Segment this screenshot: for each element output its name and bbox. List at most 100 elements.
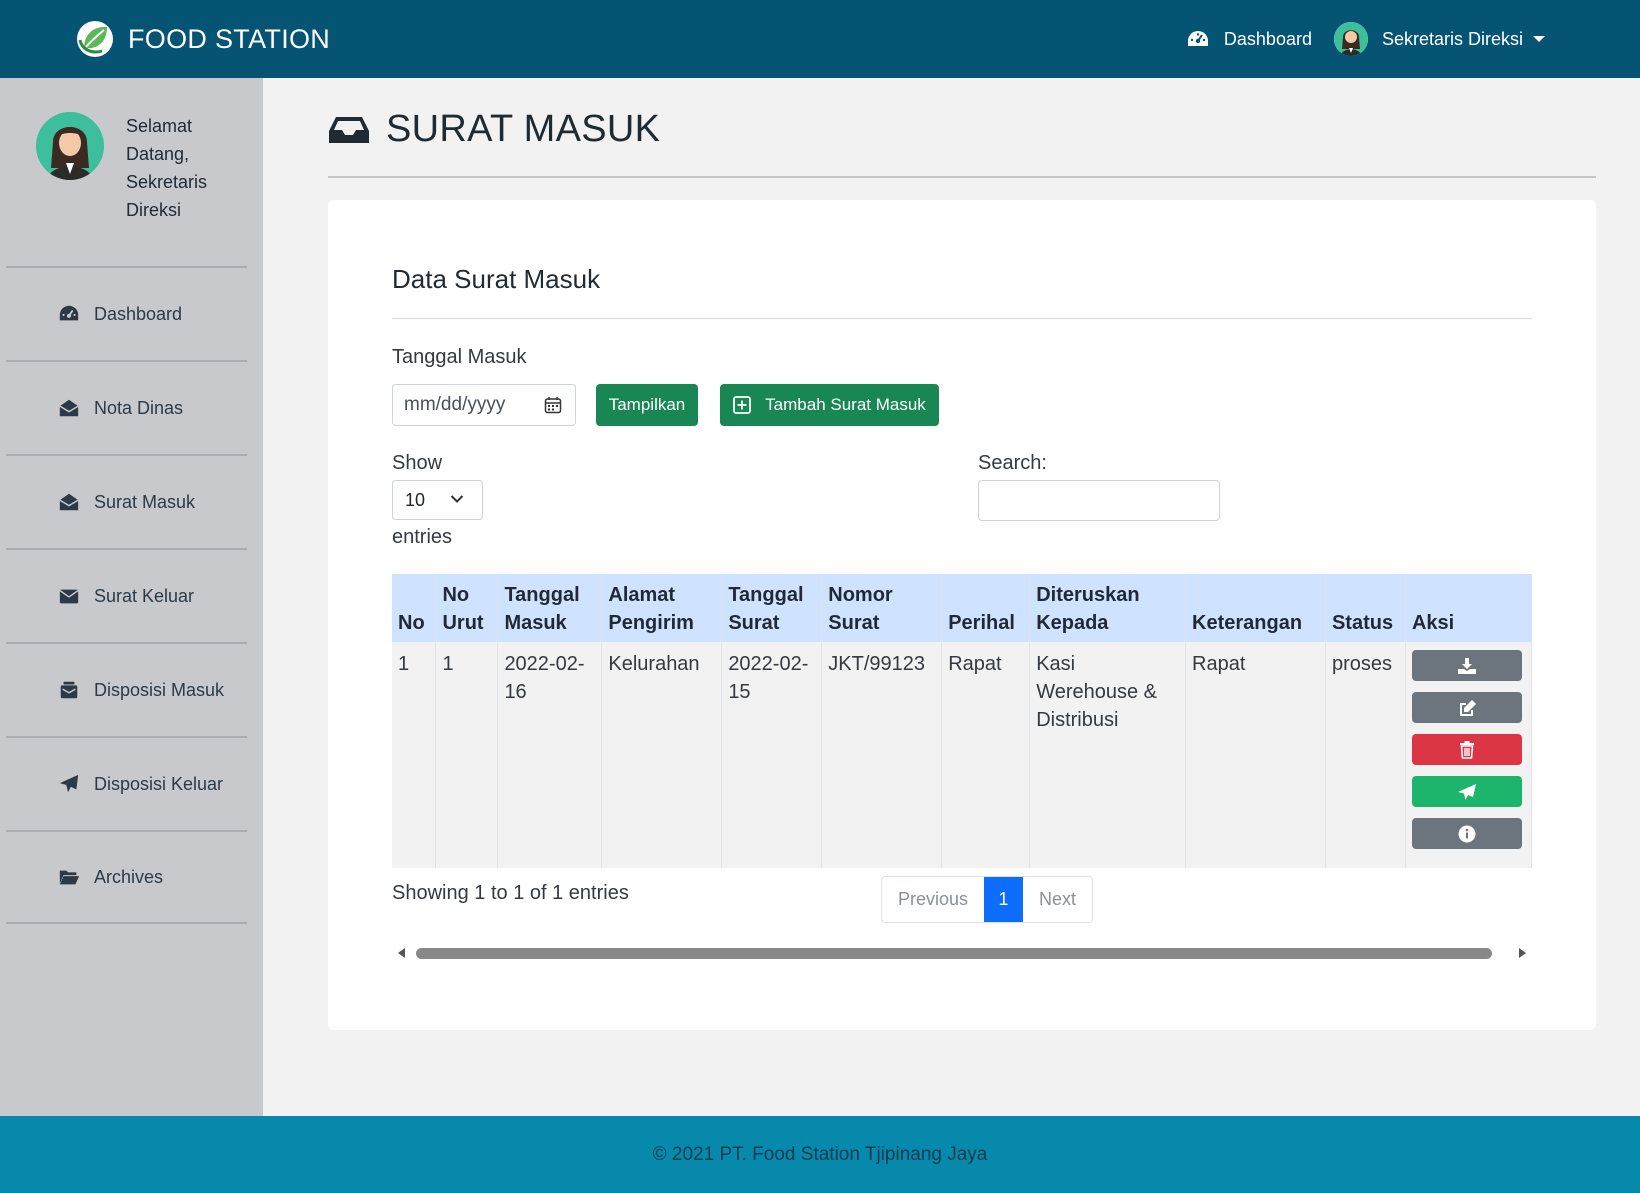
leaf-logo-icon bbox=[77, 21, 113, 57]
delete-button[interactable] bbox=[1411, 734, 1522, 765]
surat-masuk-table: No No Urut Tanggal Masuk Alamat Pengirim… bbox=[392, 574, 1533, 868]
trash-icon bbox=[1459, 740, 1474, 759]
sidebar-item-dashboard[interactable]: Dashboard bbox=[6, 266, 247, 360]
content-card: Data Surat Masuk Tanggal Masuk mm/dd/yyy… bbox=[328, 200, 1596, 1030]
page-title: SURAT MASUK bbox=[386, 108, 661, 150]
chevron-down-icon bbox=[450, 495, 464, 503]
cell-no-urut: 1 bbox=[435, 642, 499, 868]
folder-open-icon bbox=[59, 870, 80, 885]
next-page-button[interactable]: Next bbox=[1023, 877, 1092, 922]
table-info: Showing 1 to 1 of 1 entries bbox=[392, 882, 629, 904]
sidebar-item-surat-masuk[interactable]: Surat Masuk bbox=[6, 454, 247, 548]
cell-alamat-pengirim: Kelurahan bbox=[601, 642, 723, 868]
info-icon bbox=[1458, 825, 1476, 842]
paper-plane-icon bbox=[1457, 783, 1476, 800]
top-navbar: FOOD STATION Dashboard Sekretaris Direks… bbox=[0, 0, 1640, 78]
table-row: 1 1 2022-02-16 Kelurahan 2022-02-15 JKT/… bbox=[392, 642, 1533, 868]
sidebar-nav: Dashboard Nota Dinas Surat Masuk Surat K… bbox=[6, 266, 247, 924]
search-input[interactable] bbox=[978, 480, 1220, 521]
download-icon bbox=[1457, 657, 1476, 674]
cell-aksi bbox=[1405, 642, 1533, 868]
user-menu-dropdown[interactable]: Sekretaris Direksi bbox=[1333, 22, 1545, 56]
column-header[interactable]: Tanggal Surat bbox=[721, 574, 823, 642]
plus-square-icon bbox=[733, 396, 752, 414]
column-header[interactable]: Keterangan bbox=[1185, 574, 1326, 642]
date-input[interactable]: mm/dd/yyyy bbox=[392, 384, 576, 426]
welcome-text: Selamat Datang, Sekretaris Direksi bbox=[126, 116, 208, 220]
entries-label: entries bbox=[392, 526, 453, 548]
sidebar-profile: Selamat Datang, Sekretaris Direksi bbox=[36, 112, 236, 224]
envelope-icon bbox=[59, 589, 79, 604]
brand-name: FOOD STATION bbox=[128, 23, 331, 54]
column-header[interactable]: Tanggal Masuk bbox=[497, 574, 603, 642]
tambah-label: Tambah Surat Masuk bbox=[765, 395, 926, 414]
column-header[interactable]: No bbox=[392, 574, 437, 642]
caret-down-icon bbox=[1533, 36, 1545, 42]
brand[interactable]: FOOD STATION bbox=[76, 20, 330, 58]
paper-plane-icon bbox=[59, 774, 79, 793]
date-placeholder: mm/dd/yyyy bbox=[404, 394, 506, 415]
avatar bbox=[36, 112, 104, 180]
cell-tanggal-surat: 2022-02-15 bbox=[721, 642, 823, 868]
card-divider bbox=[392, 318, 1532, 319]
sidebar-item-label: Nota Dinas bbox=[94, 397, 184, 418]
entries-value: 10 bbox=[405, 489, 426, 510]
cell-perihal: Rapat bbox=[941, 642, 1031, 868]
sidebar-item-disposisi-masuk[interactable]: Disposisi Masuk bbox=[6, 642, 247, 736]
tachometer-icon bbox=[1187, 31, 1208, 46]
scrollbar-thumb[interactable] bbox=[416, 948, 1492, 959]
cell-status: proses bbox=[1325, 642, 1406, 868]
sidebar-item-label: Archives bbox=[94, 866, 164, 887]
cell-diteruskan-kepada: Kasi Werehouse & Distribusi bbox=[1029, 642, 1187, 868]
column-header[interactable]: Diteruskan Kepada bbox=[1029, 574, 1187, 642]
tampilkan-button[interactable]: Tampilkan bbox=[596, 384, 698, 426]
scroll-right-icon[interactable] bbox=[1519, 948, 1526, 958]
sidebar-item-disposisi-keluar[interactable]: Disposisi Keluar bbox=[6, 736, 247, 830]
column-header[interactable]: Nomor Surat bbox=[821, 574, 943, 642]
sidebar-item-label: Surat Keluar bbox=[94, 585, 195, 606]
tambah-surat-masuk-button[interactable]: Tambah Surat Masuk bbox=[720, 384, 939, 426]
column-header[interactable]: Aksi bbox=[1405, 574, 1533, 642]
title-divider bbox=[328, 176, 1596, 178]
previous-page-button[interactable]: Previous bbox=[882, 877, 984, 922]
card-title: Data Surat Masuk bbox=[392, 264, 601, 294]
page-1-button[interactable]: 1 bbox=[984, 877, 1024, 922]
inbox-icon bbox=[329, 116, 369, 143]
column-header[interactable]: Perihal bbox=[941, 574, 1031, 642]
top-dashboard-label: Dashboard bbox=[1223, 28, 1312, 49]
column-header[interactable]: Alamat Pengirim bbox=[601, 574, 723, 642]
entries-per-page-select[interactable]: 10 bbox=[392, 480, 483, 520]
search-label: Search: bbox=[978, 452, 1047, 474]
calendar-icon[interactable] bbox=[544, 396, 562, 414]
sidebar-item-label: Surat Masuk bbox=[94, 491, 196, 512]
scroll-left-icon[interactable] bbox=[398, 948, 405, 958]
sidebar-item-archives[interactable]: Archives bbox=[6, 830, 247, 924]
sidebar-item-surat-keluar[interactable]: Surat Keluar bbox=[6, 548, 247, 642]
send-disposisi-button[interactable] bbox=[1411, 776, 1522, 807]
copyright-text: © 2021 PT. Food Station Tjipinang Jaya bbox=[652, 1143, 988, 1165]
mail-bulk-icon bbox=[60, 681, 78, 699]
envelope-open-icon bbox=[59, 399, 79, 417]
page-header: SURAT MASUK bbox=[328, 108, 660, 151]
table-header-row: No No Urut Tanggal Masuk Alamat Pengirim… bbox=[392, 574, 1533, 642]
sidebar: Selamat Datang, Sekretaris Direksi Dashb… bbox=[0, 78, 263, 1116]
edit-button[interactable] bbox=[1411, 692, 1522, 723]
cell-no: 1 bbox=[392, 642, 437, 868]
column-header[interactable]: Status bbox=[1325, 574, 1406, 642]
edit-icon bbox=[1459, 699, 1476, 716]
cell-nomor-surat: JKT/99123 bbox=[821, 642, 943, 868]
info-button[interactable] bbox=[1411, 818, 1522, 849]
sidebar-item-label: Disposisi Masuk bbox=[94, 679, 225, 700]
tachometer-icon bbox=[59, 305, 79, 321]
date-filter-label: Tanggal Masuk bbox=[392, 346, 527, 368]
download-button[interactable] bbox=[1411, 650, 1522, 681]
column-header[interactable]: No Urut bbox=[435, 574, 499, 642]
sidebar-item-label: Dashboard bbox=[94, 303, 183, 324]
sidebar-item-nota-dinas[interactable]: Nota Dinas bbox=[6, 360, 247, 454]
pagination: Previous 1 Next bbox=[881, 876, 1094, 923]
horizontal-scrollbar[interactable] bbox=[392, 942, 1532, 962]
top-dashboard-link[interactable]: Dashboard bbox=[1186, 29, 1312, 50]
avatar bbox=[1333, 22, 1368, 56]
show-label: Show bbox=[392, 452, 443, 474]
cell-keterangan: Rapat bbox=[1185, 642, 1326, 868]
